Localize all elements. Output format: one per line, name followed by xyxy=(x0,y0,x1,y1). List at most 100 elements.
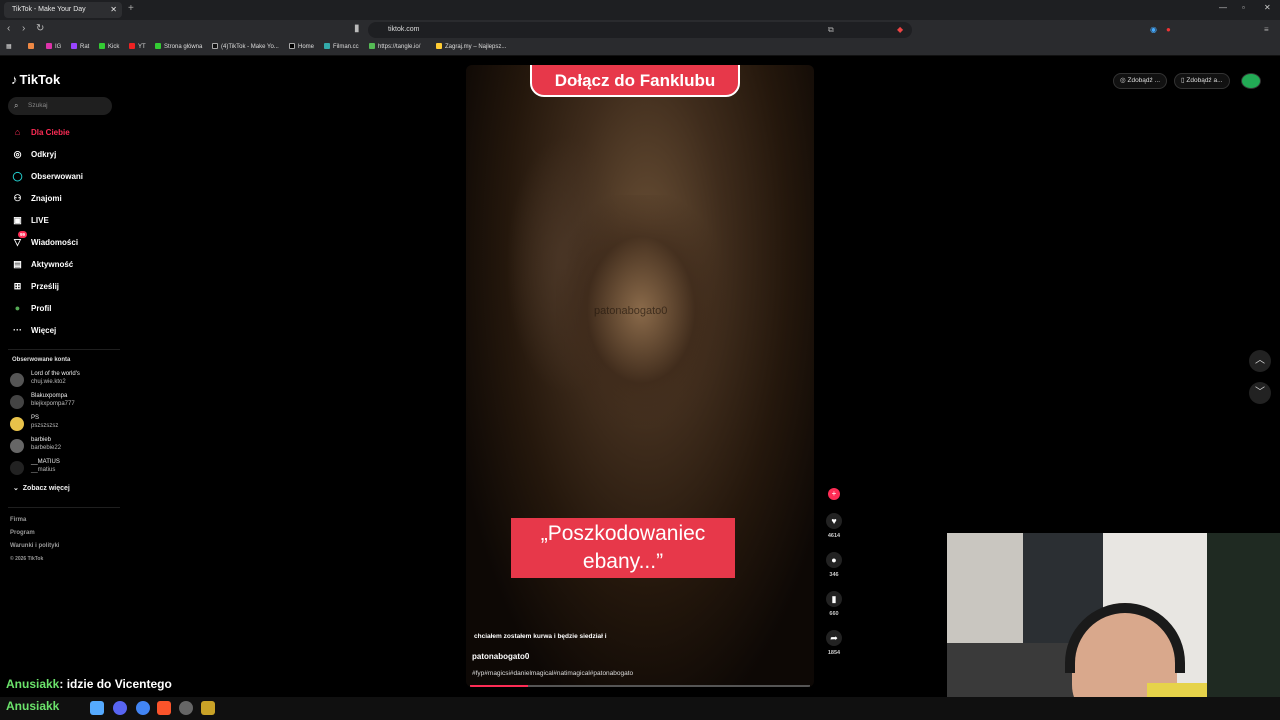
get-coins-button[interactable]: ◎ Zdobądź ... xyxy=(1113,73,1168,89)
bookmark-icon[interactable]: ▮ xyxy=(354,23,360,34)
nav-explore[interactable]: ◎ Odkryj xyxy=(11,146,121,162)
video-hashtags[interactable]: #fyp#magicsi#danielmagical#natimagical#p… xyxy=(472,670,633,677)
comment-button[interactable]: ● 346 xyxy=(822,552,846,578)
nav-more[interactable]: ··· Więcej xyxy=(11,322,121,338)
tab-title: TikTok - Make Your Day xyxy=(12,6,86,13)
comment-icon: ● xyxy=(826,552,842,568)
like-count: 4614 xyxy=(827,533,841,539)
footer-link[interactable]: Firma xyxy=(10,517,26,523)
footer-link[interactable]: Warunki i polityki xyxy=(10,543,59,549)
new-tab-icon[interactable]: + xyxy=(128,3,134,14)
nav-friends[interactable]: ⚇ Znajomi xyxy=(11,190,121,206)
save-button[interactable]: ▮ 660 xyxy=(822,591,846,617)
bookmark-item[interactable]: Filman.cc xyxy=(324,43,359,50)
followed-account[interactable]: __MATIUS __matius xyxy=(10,459,120,479)
minimize-icon[interactable]: — xyxy=(1219,3,1227,12)
nav-activity[interactable]: ▤ Aktywność xyxy=(11,256,121,272)
share-button[interactable]: ➦ 1854 xyxy=(822,630,846,656)
bookmark-item[interactable] xyxy=(28,43,37,50)
bookmark-item[interactable]: (4)TikTok - Make Yo... xyxy=(212,43,279,50)
obs-icon[interactable] xyxy=(179,701,193,715)
bookmark-item[interactable]: Zagraj.my – Najlepsz... xyxy=(436,43,506,50)
search-input[interactable]: ⌕ Szukaj xyxy=(8,97,112,115)
bookmark-item[interactable]: Rat xyxy=(71,43,89,50)
bookmark-item[interactable]: YT xyxy=(129,43,146,50)
bookmark-icon: ▮ xyxy=(826,591,842,607)
taskbar: Anusiakk xyxy=(0,697,1280,720)
video-progress-bar[interactable] xyxy=(470,685,810,687)
comment-count: 346 xyxy=(829,572,839,578)
discord-icon[interactable] xyxy=(113,701,127,715)
close-window-icon[interactable]: ✕ xyxy=(1264,3,1271,12)
webcam-background xyxy=(1207,533,1280,720)
extension-icon[interactable]: ⧉ xyxy=(828,25,834,35)
home-icon: ⌂ xyxy=(14,127,21,137)
nav-for-you[interactable]: ⌂ Dla Ciebie xyxy=(11,124,121,140)
bookmarks-bar: ▦ IG Rat Kick YT Strona główna (4)TikTok… xyxy=(0,40,1280,56)
profile-avatar[interactable] xyxy=(1241,73,1261,89)
apps-icon[interactable]: ▦ xyxy=(6,43,12,50)
chevron-down-icon: ﹀ xyxy=(1255,387,1265,398)
nav-upload[interactable]: ⊞ Prześlij xyxy=(11,278,121,294)
bookmark-item[interactable]: Strona główna xyxy=(155,43,202,50)
tiktok-note-icon: ♪ xyxy=(11,72,18,87)
avatar xyxy=(10,461,24,475)
search-icon: ⌕ xyxy=(14,101,19,110)
get-app-button[interactable]: ▯ Zdobądź a... xyxy=(1174,73,1230,89)
avatar xyxy=(10,439,24,453)
brave-shield-icon[interactable]: ◆ xyxy=(897,25,903,34)
back-icon[interactable]: ‹ xyxy=(7,23,10,34)
league-icon[interactable] xyxy=(201,701,215,715)
brave-icon[interactable] xyxy=(157,701,171,715)
menu-icon[interactable]: ≡ xyxy=(1264,25,1269,34)
close-tab-icon[interactable]: ✕ xyxy=(110,2,117,18)
webcam-overlay xyxy=(947,533,1280,720)
footer-link[interactable]: Program xyxy=(10,530,35,536)
bookmark-favicon xyxy=(28,43,34,49)
taskbar-app-icon[interactable] xyxy=(90,701,104,715)
chevron-down-icon: ⌄ xyxy=(13,485,23,492)
like-button[interactable]: ♥ 4614 xyxy=(822,513,846,539)
stream-chat-message: Anusiakk: idzie do Vicentego xyxy=(6,677,172,691)
bookmark-item[interactable]: Home xyxy=(289,43,314,50)
tiktok-logo[interactable]: ♪ TikTok xyxy=(11,72,60,87)
nav-messages[interactable]: ▽ 99 Wiadomości xyxy=(11,231,121,250)
forward-icon[interactable]: › xyxy=(22,23,25,34)
chat-text: : idzie do Vicentego xyxy=(59,677,172,691)
next-video-button[interactable]: ﹀ xyxy=(1249,382,1271,404)
live-icon: ▣ xyxy=(13,215,22,225)
twitch-icon xyxy=(71,43,77,49)
followed-account[interactable]: Lord of the world's chuj.wie.kto2 xyxy=(10,371,120,391)
bookmark-item[interactable]: Kick xyxy=(99,43,119,50)
nav-following[interactable]: ◯ Obserwowani xyxy=(11,168,121,184)
bookmark-item[interactable]: IG xyxy=(46,43,61,50)
sidebar: ♪ TikTok ⌕ Szukaj ⌂ Dla Ciebie ◎ Odkryj ◯ Ob… xyxy=(0,57,125,697)
chevron-up-icon: ︿ xyxy=(1255,355,1265,366)
taskbar-label: Anusiakk xyxy=(6,699,60,713)
nav-profile[interactable]: ● Profil xyxy=(11,300,121,316)
followed-account[interactable]: barbieb barbebie22 xyxy=(10,437,120,457)
video-caption-overlay: „Poszkodowaniec ebany...” xyxy=(511,518,735,582)
messages-icon: ▽ 99 xyxy=(14,231,28,247)
nav-live[interactable]: ▣ LIVE xyxy=(11,212,121,228)
reload-icon[interactable]: ↻ xyxy=(36,23,44,34)
previous-video-button[interactable]: ︿ xyxy=(1249,350,1271,372)
follow-button[interactable]: + xyxy=(822,488,846,500)
followed-account[interactable]: Blakuxpompa blejkxpompa777 xyxy=(10,393,120,413)
compass-icon: ◎ xyxy=(13,149,22,159)
audio-icon[interactable]: ◉ xyxy=(1150,25,1157,34)
video-username[interactable]: patonabogato0 xyxy=(472,652,529,661)
bookmark-item[interactable]: https://tangle.io/ xyxy=(369,43,420,50)
more-dots-icon: ··· xyxy=(13,325,22,335)
copyright: © 2026 TikTok xyxy=(10,556,44,562)
video-progress-fill xyxy=(470,685,528,687)
record-icon[interactable]: ● xyxy=(1166,25,1171,34)
kick-icon xyxy=(155,43,161,49)
followed-account[interactable]: PS pszszszsz xyxy=(10,415,120,435)
maximize-icon[interactable]: ▫ xyxy=(1242,3,1245,12)
video-player[interactable]: Dołącz do Fanklubu patonabogato0 „Poszko… xyxy=(466,65,814,687)
chrome-icon[interactable] xyxy=(136,701,150,715)
browser-tab-bar: TikTok - Make Your Day ✕ + — ▫ ✕ xyxy=(0,0,1280,20)
browser-tab[interactable]: TikTok - Make Your Day ✕ xyxy=(4,2,122,18)
see-more-button[interactable]: ⌄ Zobacz więcej xyxy=(13,484,70,492)
